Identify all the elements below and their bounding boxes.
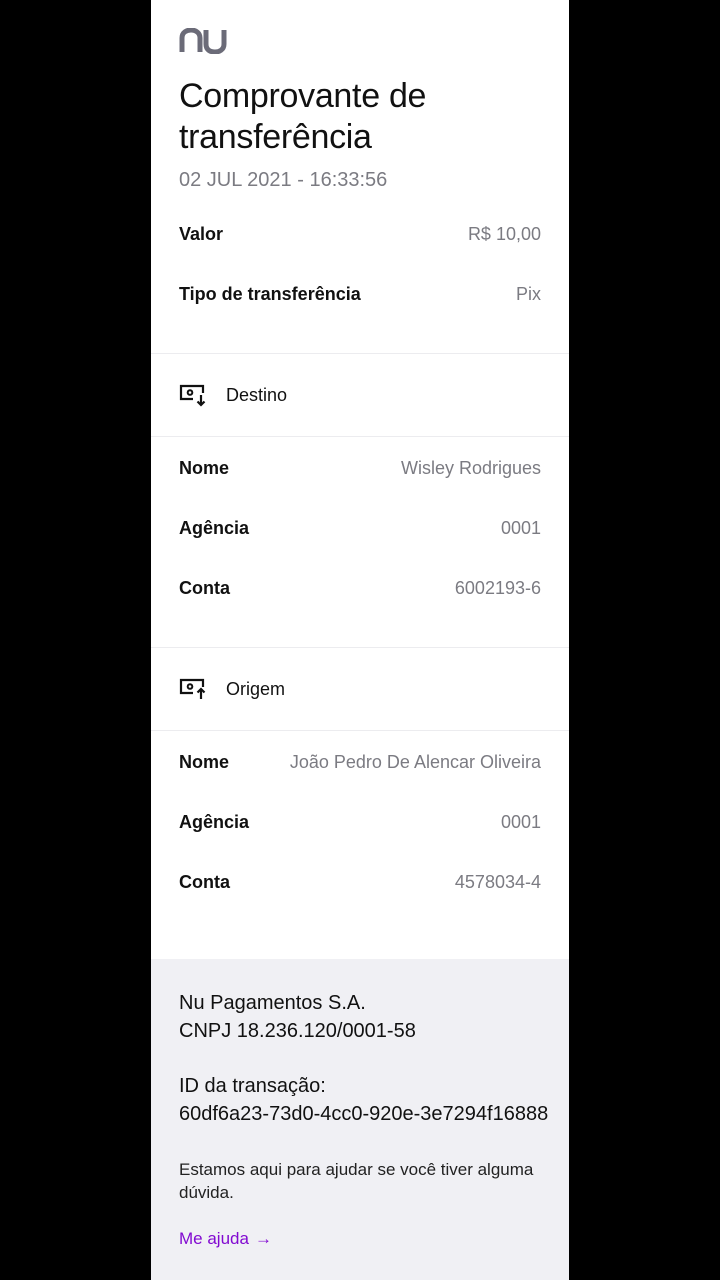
- money-out-icon: [179, 678, 206, 699]
- row-label: Conta: [179, 577, 230, 598]
- row-value: Wisley Rodrigues: [400, 457, 541, 478]
- row-value: Pix: [515, 283, 541, 304]
- row-value: João Pedro De Alencar Oliveira: [289, 751, 541, 772]
- transaction-id-value: 60df6a23-73d0-4cc0-920e-3e7294f16888: [179, 1103, 549, 1125]
- section-destino-header: Destino: [179, 380, 287, 410]
- row-origem-conta: Conta 4578034-4: [179, 869, 541, 895]
- money-in-icon: [179, 384, 206, 407]
- row-label: Nome: [179, 751, 230, 772]
- row-label: Agência: [179, 811, 250, 832]
- row-valor: Valor R$ 10,00: [179, 221, 541, 247]
- row-origem-agencia: Agência 0001: [179, 809, 541, 835]
- divider: [151, 647, 569, 648]
- receipt-card: Comprovante de transferência 02 JUL 2021…: [151, 0, 569, 1280]
- divider: [151, 353, 569, 354]
- row-tipo: Tipo de transferência Pix: [179, 281, 541, 307]
- receipt-footer: Nu Pagamentos S.A. CNPJ 18.236.120/0001-…: [151, 959, 569, 1280]
- nubank-logo: [179, 28, 227, 54]
- section-origem-header: Origem: [179, 674, 285, 704]
- divider: [151, 436, 569, 437]
- row-destino-agencia: Agência 0001: [179, 515, 541, 541]
- row-value: R$ 10,00: [467, 223, 541, 244]
- company-name: Nu Pagamentos S.A.: [179, 992, 366, 1014]
- transfer-datetime: 02 JUL 2021 - 16:33:56: [179, 169, 388, 191]
- help-text: Estamos aqui para ajudar se você tiver a…: [179, 1160, 534, 1202]
- row-value: 4578034-4: [454, 871, 541, 892]
- row-destino-nome: Nome Wisley Rodrigues: [179, 455, 541, 481]
- section-title: Destino: [226, 384, 288, 405]
- row-label: Valor: [179, 223, 224, 244]
- row-label: Tipo de transferência: [179, 283, 361, 304]
- help-link-label[interactable]: Me ajuda: [179, 1229, 249, 1249]
- row-value: 0001: [500, 811, 541, 832]
- row-destino-conta: Conta 6002193-6: [179, 575, 541, 601]
- company-info: Nu Pagamentos S.A. CNPJ 18.236.120/0001-…: [179, 989, 416, 1045]
- row-value: 0001: [500, 517, 541, 538]
- row-label: Conta: [179, 871, 230, 892]
- row-label: Agência: [179, 517, 250, 538]
- transaction-id-label: ID da transação:: [179, 1075, 326, 1097]
- arrow-right-icon[interactable]: →: [255, 1229, 272, 1249]
- page-title: Comprovante de transferência: [179, 77, 427, 156]
- help-link[interactable]: Me ajuda →: [179, 1229, 272, 1249]
- company-cnpj: CNPJ 18.236.120/0001-58: [179, 1020, 416, 1042]
- row-origem-nome: Nome João Pedro De Alencar Oliveira: [179, 749, 541, 775]
- row-label: Nome: [179, 457, 230, 478]
- transaction-id: ID da transação: 60df6a23-73d0-4cc0-920e…: [179, 1072, 549, 1128]
- divider: [151, 730, 569, 731]
- section-title: Origem: [226, 678, 286, 699]
- row-value: 6002193-6: [454, 577, 541, 598]
